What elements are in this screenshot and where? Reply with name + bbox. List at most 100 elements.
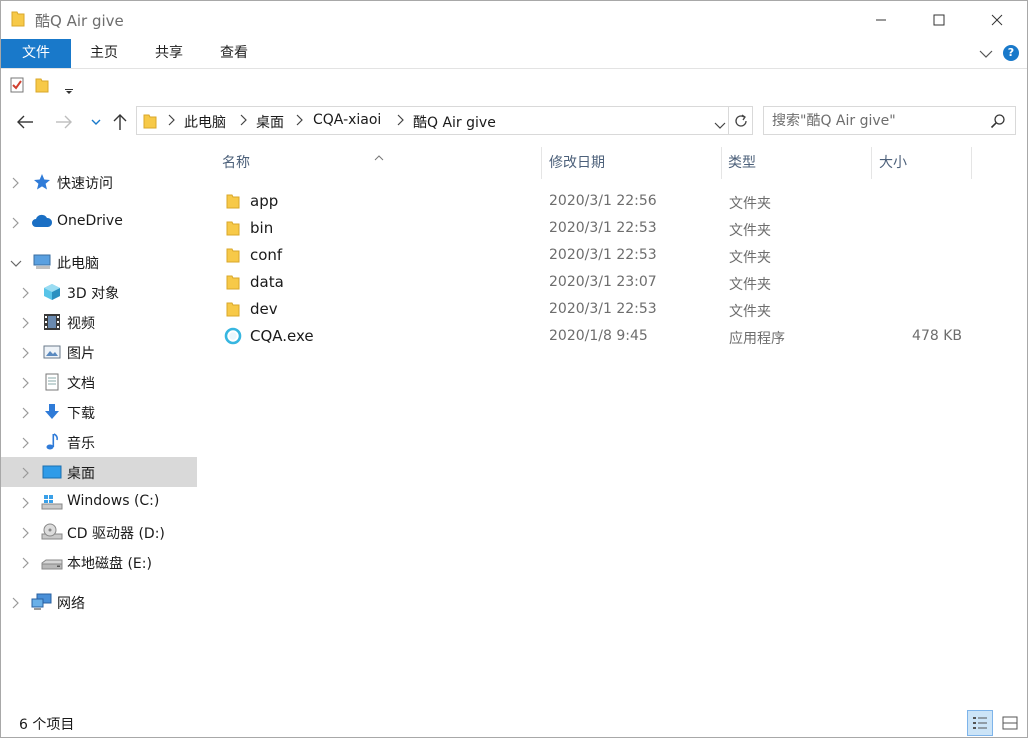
- chevron-down-icon: [91, 119, 101, 125]
- table-row[interactable]: app 2020/3/1 22:56 文件夹: [220, 188, 980, 215]
- properties-icon[interactable]: [10, 77, 25, 97]
- chevron-right-icon[interactable]: [21, 347, 29, 363]
- sidebar-item-documents[interactable]: 文档: [1, 367, 197, 397]
- sidebar-item-network[interactable]: 网络: [1, 587, 197, 617]
- column-header-type[interactable]: 类型: [728, 147, 868, 179]
- explorer-window: 酷Q Air give 文件 主页 共享 查看 ? 此电脑 桌面 CQA-xia…: [0, 0, 1028, 738]
- forward-button[interactable]: [53, 111, 75, 133]
- sidebar-item-drive-e[interactable]: 本地磁盘 (E:): [1, 547, 197, 577]
- large-icons-view-button[interactable]: [997, 710, 1023, 736]
- tab-share[interactable]: 共享: [137, 39, 201, 68]
- sidebar-item-label: 音乐: [67, 436, 95, 452]
- file-date: 2020/3/1 22:56: [549, 193, 657, 209]
- search-input[interactable]: [772, 111, 982, 131]
- sidebar-item-3d-objects[interactable]: 3D 对象: [1, 277, 197, 307]
- chevron-right-icon[interactable]: [21, 407, 29, 423]
- chevron-down-icon[interactable]: [10, 257, 22, 273]
- refresh-icon: [734, 113, 747, 127]
- breadcrumb-desktop[interactable]: 桌面: [256, 112, 284, 132]
- sidebar-item-downloads[interactable]: 下载: [1, 397, 197, 427]
- hard-drive-icon: [41, 553, 63, 571]
- column-header-name[interactable]: 名称: [222, 147, 540, 179]
- chevron-right-icon[interactable]: [11, 177, 19, 193]
- minimize-button[interactable]: [852, 1, 910, 39]
- customize-toolbar-dropdown-icon[interactable]: [65, 83, 73, 94]
- up-button[interactable]: [109, 111, 131, 133]
- sidebar-item-quick-access[interactable]: 快速访问: [1, 167, 197, 197]
- table-row[interactable]: data 2020/3/1 23:07 文件夹: [220, 269, 980, 296]
- breadcrumb-cqa-xiaoi[interactable]: CQA-xiaoi: [313, 112, 381, 128]
- column-divider[interactable]: [721, 147, 722, 179]
- chevron-right-icon[interactable]: [21, 497, 29, 513]
- sidebar-item-music[interactable]: 音乐: [1, 427, 197, 457]
- chevron-right-icon[interactable]: [21, 317, 29, 333]
- chevron-right-icon[interactable]: [21, 287, 29, 303]
- table-row[interactable]: dev 2020/3/1 22:53 文件夹: [220, 296, 980, 323]
- sidebar-item-onedrive[interactable]: OneDrive: [1, 207, 197, 237]
- refresh-button[interactable]: [729, 106, 753, 135]
- sidebar-item-label: 本地磁盘 (E:): [67, 556, 152, 572]
- column-header-size[interactable]: 大小: [879, 147, 969, 179]
- chevron-right-icon[interactable]: [21, 467, 29, 483]
- file-date: 2020/3/1 22:53: [549, 301, 657, 317]
- column-divider[interactable]: [541, 147, 542, 179]
- table-row[interactable]: bin 2020/3/1 22:53 文件夹: [220, 215, 980, 242]
- chevron-right-icon[interactable]: [21, 377, 29, 393]
- tab-home[interactable]: 主页: [73, 39, 135, 68]
- sidebar-item-videos[interactable]: 视频: [1, 307, 197, 337]
- folder-icon: [226, 247, 240, 268]
- chevron-right-icon[interactable]: [21, 437, 29, 453]
- close-button[interactable]: [968, 1, 1026, 39]
- maximize-icon: [933, 14, 945, 26]
- sidebar-item-label: 下载: [67, 406, 95, 422]
- sidebar-item-drive-d[interactable]: CD 驱动器 (D:): [1, 517, 197, 547]
- chevron-right-icon[interactable]: [11, 597, 19, 613]
- file-type: 文件夹: [729, 277, 771, 293]
- windows-drive-icon: [41, 493, 63, 511]
- chevron-right-icon[interactable]: [21, 557, 29, 573]
- chevron-right-icon[interactable]: [167, 114, 175, 130]
- sidebar-item-label: 桌面: [67, 466, 95, 482]
- chevron-right-icon[interactable]: [396, 114, 404, 130]
- chevron-right-icon[interactable]: [21, 527, 29, 543]
- window-title: 酷Q Air give: [35, 12, 124, 30]
- tab-view[interactable]: 查看: [203, 39, 265, 68]
- sidebar-item-label: 网络: [57, 596, 85, 612]
- title-bar: 酷Q Air give: [1, 1, 1027, 39]
- column-divider[interactable]: [971, 147, 972, 179]
- chevron-right-icon[interactable]: [11, 217, 19, 233]
- back-button[interactable]: [14, 111, 36, 133]
- breadcrumb-this-pc[interactable]: 此电脑: [184, 112, 226, 132]
- maximize-button[interactable]: [910, 1, 968, 39]
- tab-file[interactable]: 文件: [1, 39, 71, 68]
- file-type: 应用程序: [729, 331, 785, 347]
- table-row[interactable]: CQA.exe 2020/1/8 9:45 应用程序 478 KB: [220, 323, 980, 350]
- address-history-chevron-icon[interactable]: [714, 118, 726, 134]
- sidebar-item-label: 3D 对象: [67, 286, 120, 302]
- minimize-icon: [876, 19, 886, 21]
- expand-ribbon-chevron-icon[interactable]: [979, 47, 993, 63]
- help-icon[interactable]: ?: [1003, 45, 1019, 61]
- column-divider[interactable]: [871, 147, 872, 179]
- folder-icon: [226, 274, 240, 295]
- file-date: 2020/3/1 22:53: [549, 247, 657, 263]
- chevron-right-icon[interactable]: [295, 114, 303, 130]
- sidebar-item-this-pc[interactable]: 此电脑: [1, 247, 197, 277]
- folder-icon: [226, 193, 240, 214]
- new-folder-icon[interactable]: [35, 77, 49, 97]
- details-view-button[interactable]: [967, 710, 993, 736]
- sidebar-item-desktop[interactable]: 桌面: [1, 457, 197, 487]
- search-icon[interactable]: [990, 113, 1006, 133]
- breadcrumb-current-folder[interactable]: 酷Q Air give: [413, 112, 496, 132]
- folder-icon: [226, 301, 240, 322]
- sidebar-item-pictures[interactable]: 图片: [1, 337, 197, 367]
- sidebar-item-drive-c[interactable]: Windows (C:): [1, 487, 197, 517]
- recent-locations-button[interactable]: [85, 111, 107, 133]
- table-row[interactable]: conf 2020/3/1 22:53 文件夹: [220, 242, 980, 269]
- ribbon-tabs: 文件 主页 共享 查看 ?: [1, 39, 1027, 69]
- search-box[interactable]: [763, 106, 1016, 135]
- navigation-row: 此电脑 桌面 CQA-xiaoi 酷Q Air give: [1, 101, 1027, 141]
- address-bar[interactable]: 此电脑 桌面 CQA-xiaoi 酷Q Air give: [136, 106, 729, 135]
- chevron-right-icon[interactable]: [239, 114, 247, 130]
- column-header-date[interactable]: 修改日期: [549, 147, 719, 179]
